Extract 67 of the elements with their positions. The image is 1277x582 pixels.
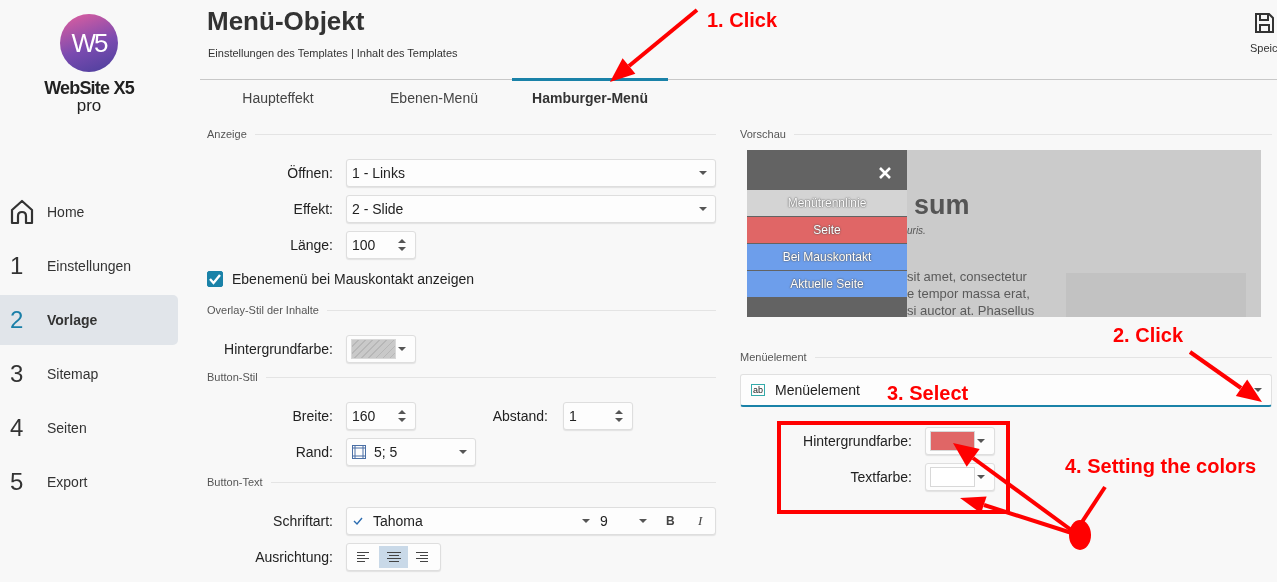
save-icon: [1254, 12, 1274, 34]
field-label: Textfarbe:: [849, 469, 912, 485]
sidebar-item[interactable]: 3 Sitemap: [0, 349, 178, 399]
checkbox[interactable]: [207, 271, 223, 287]
dropdown[interactable]: 1 - Links: [346, 159, 716, 187]
check-icon: [353, 516, 363, 526]
preview-text-line: si auctor at. Phasellus: [907, 302, 1036, 317]
field-label: Ausrichtung:: [254, 549, 333, 565]
preview-text-line: sit amet, consectetur: [907, 268, 1028, 285]
tab[interactable]: Haupteffekt: [200, 78, 356, 115]
color-picker[interactable]: [346, 335, 416, 363]
align-center-icon: [386, 551, 401, 563]
sidebar-item[interactable]: Home: [0, 187, 178, 237]
page-title: Menü-Objekt: [207, 6, 365, 37]
breadcrumb: Einstellungen des Templates | Inhalt des Templates: [208, 47, 458, 59]
sidebar-item[interactable]: 4 Seiten: [0, 403, 178, 453]
number-field[interactable]: 1: [563, 402, 633, 430]
logo-name: WebSite X5: [44, 78, 134, 99]
logo-edition: pro: [76, 99, 102, 113]
preview-heading: sum: [914, 190, 970, 221]
dropdown[interactable]: 2 - Slide: [346, 195, 716, 223]
annotation-text: 1. Click: [707, 9, 778, 32]
field-label: Hintergrundfarbe:: [223, 341, 333, 357]
dropdown[interactable]: 5; 5: [346, 438, 476, 466]
field-label: Effekt:: [292, 201, 333, 217]
text-field-icon: ab: [751, 384, 765, 396]
marker-dot: [1069, 520, 1091, 550]
section-heading: Button-Stil: [207, 371, 258, 383]
field-label: Abstand:: [491, 408, 548, 424]
italic-button[interactable]: I: [685, 513, 715, 529]
field-label: Breite:: [291, 408, 333, 424]
section-heading: Button-Text: [207, 476, 263, 488]
field-label: Länge:: [289, 237, 333, 253]
preview-text-line: e tempor massa erat,: [907, 285, 1031, 302]
color-picker[interactable]: [925, 463, 995, 491]
annotation-text: 4. Setting the colors: [1065, 455, 1257, 478]
align-left-icon: [356, 551, 371, 563]
annotation-text: 2. Click: [1113, 324, 1184, 347]
bold-button[interactable]: B: [655, 514, 686, 528]
checkbox-label: Ebenemenü bei Mauskontakt anzeigen: [232, 271, 475, 287]
sidebar-item[interactable]: 2 Vorlage: [0, 295, 178, 345]
section-heading: Anzeige: [207, 128, 247, 140]
number-field[interactable]: 160: [346, 402, 416, 430]
align-right-icon: [416, 551, 431, 563]
close-icon[interactable]: [879, 167, 891, 179]
section-heading: Overlay-Stil der Inhalte: [207, 304, 319, 316]
logo-badge: W5: [60, 14, 118, 72]
field-label: Rand:: [294, 444, 333, 460]
size-dropdown[interactable]: 9: [599, 513, 650, 529]
tab[interactable]: Ebenen-Menü: [356, 78, 512, 115]
number-field[interactable]: 100: [346, 231, 416, 259]
field-label: Hintergrundfarbe:: [802, 433, 912, 449]
field-label: Öffnen:: [286, 165, 333, 181]
home-icon: [10, 199, 34, 225]
field-label: Schriftart:: [272, 513, 333, 529]
align-button[interactable]: [378, 546, 409, 568]
color-picker[interactable]: [925, 427, 995, 455]
annotation-text: 3. Select: [887, 382, 969, 405]
preview-subtitle: uris.: [907, 225, 926, 236]
section-heading: Vorschau: [740, 128, 786, 140]
menu-item[interactable]: Menütrennlinie: [747, 190, 907, 216]
save-button[interactable]: Speic: [1250, 12, 1277, 54]
section-heading: Menüelement: [740, 351, 807, 363]
sidebar-item[interactable]: 1 Einstellungen: [0, 241, 178, 291]
sidebar-item[interactable]: 5 Export: [0, 457, 178, 507]
grid-icon: [352, 445, 366, 459]
font-dropdown[interactable]: Tahoma: [347, 513, 593, 529]
